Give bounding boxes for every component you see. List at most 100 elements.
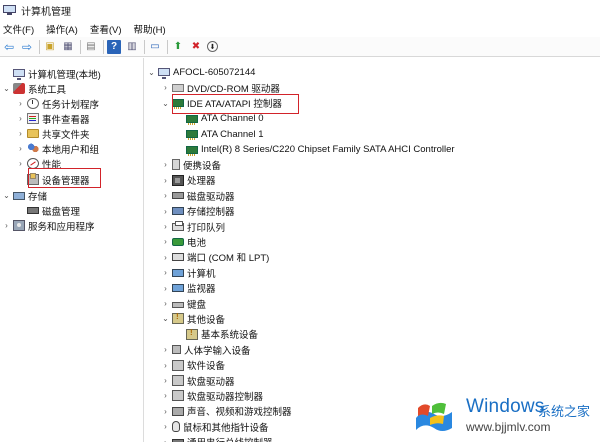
- monitor-button[interactable]: ▭: [148, 40, 162, 54]
- other-icon: [186, 328, 198, 340]
- tool-icon: [13, 83, 25, 94]
- device-sound[interactable]: › 声音、视频和游戏控制器: [161, 404, 292, 419]
- storage-icon: [13, 191, 25, 200]
- expander-icon[interactable]: ›: [161, 391, 170, 400]
- device-monitors[interactable]: › 监视器: [161, 281, 216, 296]
- expander-icon[interactable]: ⌄: [2, 84, 11, 93]
- device-hid[interactable]: › 人体学输入设备: [161, 342, 251, 357]
- show-tree-button[interactable]: ▦: [61, 40, 75, 54]
- expander-icon[interactable]: ›: [161, 253, 170, 262]
- expander-icon[interactable]: ›: [161, 407, 170, 416]
- device-computer[interactable]: › 计算机: [161, 265, 215, 280]
- expander-icon[interactable]: ›: [161, 160, 170, 169]
- expander-icon[interactable]: ›: [161, 422, 170, 431]
- other-icon: [172, 312, 184, 325]
- back-button[interactable]: ⇦: [2, 40, 16, 54]
- device-storage-controllers[interactable]: › 存储控制器: [161, 204, 234, 219]
- expander-icon[interactable]: ⌄: [161, 314, 170, 323]
- clock-icon: [27, 98, 39, 109]
- mouse-icon: [172, 421, 180, 433]
- properties-button[interactable]: ▤: [84, 40, 98, 54]
- scan-hardware-button[interactable]: ⬇: [207, 41, 218, 52]
- menu-action[interactable]: 操作(A): [45, 22, 82, 36]
- watermark-url: www.bjjmlv.com: [466, 420, 551, 434]
- forward-button[interactable]: ⇨: [20, 40, 34, 54]
- expander-icon[interactable]: ›: [16, 114, 25, 123]
- device-mouse[interactable]: › 鼠标和其他指针设备: [161, 419, 269, 434]
- toolbar-separator: [103, 39, 104, 54]
- expander-icon[interactable]: ›: [16, 144, 25, 153]
- expander-icon[interactable]: ›: [161, 345, 170, 354]
- expander-icon[interactable]: ›: [161, 83, 170, 92]
- hdd-icon: [172, 192, 184, 200]
- expander-icon[interactable]: ⌄: [2, 191, 11, 200]
- expander-icon[interactable]: ›: [2, 221, 11, 230]
- action-pane-button[interactable]: ▥: [125, 40, 139, 54]
- action-pane-icon: ▥: [127, 41, 137, 52]
- tree-shared-folders[interactable]: › 共享文件夹: [16, 126, 90, 141]
- help-button[interactable]: ?: [107, 39, 121, 54]
- expander-icon[interactable]: ⌄: [147, 68, 156, 77]
- up-folder-button[interactable]: ▣: [43, 40, 57, 54]
- device-ports[interactable]: › 端口 (COM 和 LPT): [161, 250, 269, 265]
- expander-icon[interactable]: ⌄: [161, 99, 170, 108]
- expander-icon[interactable]: ›: [161, 191, 170, 200]
- tree-task-scheduler[interactable]: › 任务计划程序: [16, 96, 99, 111]
- expander-icon[interactable]: ›: [16, 99, 25, 108]
- device-sata-ahci[interactable]: Intel(R) 8 Series/C220 Chipset Family SA…: [175, 142, 455, 157]
- tree-disk-management[interactable]: 磁盘管理: [16, 203, 80, 218]
- device-portable[interactable]: › 便携设备: [161, 157, 221, 172]
- ide-icon: [186, 130, 198, 141]
- device-label: Intel(R) 8 Series/C220 Chipset Family SA…: [201, 144, 455, 155]
- back-icon: ⇦: [3, 39, 15, 54]
- expander-icon[interactable]: ›: [161, 268, 170, 277]
- device-label: 基本系统设备: [201, 330, 259, 342]
- title-bar: 计算机管理: [0, 0, 600, 20]
- expander-icon[interactable]: ›: [161, 376, 170, 385]
- expander-icon[interactable]: ›: [161, 284, 170, 293]
- device-software[interactable]: › 软件设备: [161, 358, 225, 373]
- tree-local-users[interactable]: › 本地用户和组: [16, 141, 99, 156]
- device-processor[interactable]: › 处理器: [161, 173, 216, 188]
- expander-icon[interactable]: ›: [16, 129, 25, 138]
- device-floppy-drives[interactable]: › 软盘驱动器: [161, 373, 235, 388]
- expander-icon[interactable]: ›: [161, 237, 170, 246]
- sound-icon: [172, 406, 184, 416]
- expander-icon[interactable]: ›: [161, 438, 170, 442]
- update-driver-button[interactable]: ⬆: [171, 40, 185, 54]
- expander-icon[interactable]: ›: [16, 159, 25, 168]
- expander-icon[interactable]: ›: [161, 361, 170, 370]
- device-keyboards[interactable]: › 键盘: [161, 296, 206, 311]
- device-label: 声音、视频和游戏控制器: [187, 407, 292, 419]
- expander-icon[interactable]: ›: [161, 176, 170, 185]
- uninstall-button[interactable]: ✖: [189, 40, 203, 54]
- tree-storage[interactable]: ⌄ 存储: [2, 188, 47, 203]
- device-label: 端口 (COM 和 LPT): [187, 253, 270, 265]
- expander-icon[interactable]: ›: [161, 299, 170, 308]
- device-floppy-controllers[interactable]: › 软盘驱动器控制器: [161, 388, 263, 403]
- device-root[interactable]: ⌄ AFOCL-605072144: [147, 65, 255, 80]
- device-label: 监视器: [187, 284, 216, 296]
- tree-system-tools[interactable]: ⌄ 系统工具: [2, 81, 66, 96]
- menu-file[interactable]: 文件(F): [2, 22, 38, 36]
- device-disk-drives[interactable]: › 磁盘驱动器: [161, 188, 234, 203]
- expander-icon[interactable]: ›: [161, 207, 170, 216]
- device-ata-channel-1[interactable]: ATA Channel 1: [175, 127, 264, 142]
- tree-event-viewer[interactable]: › 事件查看器: [16, 111, 90, 126]
- device-battery[interactable]: › 电池: [161, 234, 206, 249]
- tree-root[interactable]: 计算机管理(本地): [2, 66, 101, 81]
- menu-view[interactable]: 查看(V): [89, 22, 126, 36]
- device-print-queues[interactable]: › 打印队列: [161, 219, 225, 234]
- tree-item-label: 服务和应用程序: [28, 221, 95, 233]
- menu-help[interactable]: 帮助(H): [132, 22, 169, 36]
- windows-logo-icon: [416, 402, 452, 431]
- update-driver-icon: ⬆: [173, 41, 183, 52]
- device-usb[interactable]: › 通用串行总线控制器: [161, 435, 273, 442]
- device-other[interactable]: ⌄ 其他设备: [161, 311, 225, 326]
- monitor-icon: ▭: [150, 41, 160, 52]
- device-label: 键盘: [187, 299, 207, 311]
- window-title: 计算机管理: [21, 6, 71, 18]
- device-base-system[interactable]: 基本系统设备: [175, 327, 258, 342]
- tree-services-apps[interactable]: › 服务和应用程序: [2, 218, 95, 233]
- expander-icon[interactable]: ›: [161, 222, 170, 231]
